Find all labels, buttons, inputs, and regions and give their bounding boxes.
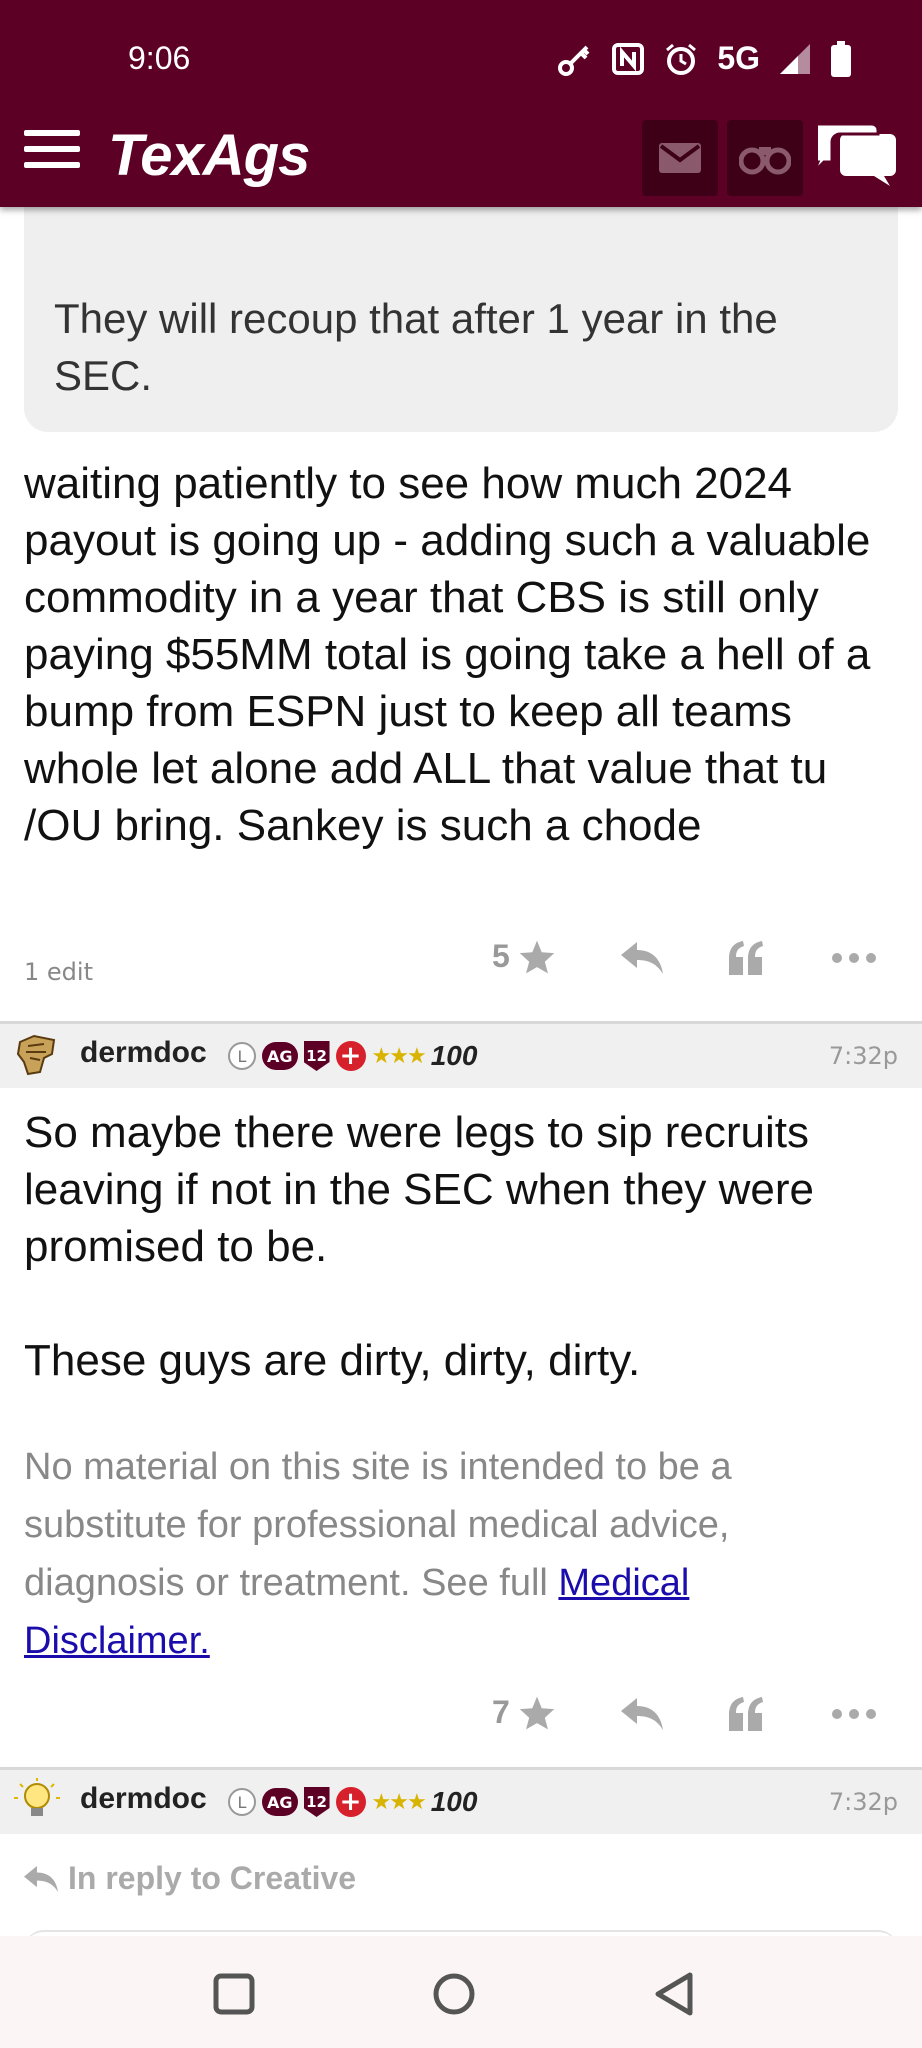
recent-apps-button[interactable] — [206, 1966, 262, 2022]
watchlist-button[interactable] — [727, 120, 803, 196]
level-badge: 100 — [430, 1786, 478, 1817]
quote-button[interactable] — [722, 936, 770, 980]
in-reply-to-link[interactable]: In reply to Creative — [24, 1860, 356, 1897]
alarm-icon — [666, 43, 697, 75]
post-body: So maybe there were legs to sip recruits… — [24, 1108, 815, 1271]
username[interactable]: dermdoc — [80, 1782, 207, 1816]
reply-button[interactable] — [618, 1692, 666, 1736]
reply-icon — [621, 1698, 663, 1730]
user-badges: L AG 12 + ★★★ 100 — [228, 1784, 477, 1820]
medical-badge: + — [335, 1787, 366, 1817]
square-icon — [213, 1973, 255, 2015]
messages-button[interactable] — [642, 120, 718, 196]
network-label: 5G — [717, 40, 760, 76]
more-button[interactable] — [830, 936, 878, 980]
rating-count: 7 — [492, 1694, 510, 1730]
rating-count: 5 — [492, 938, 510, 974]
star-icon — [519, 940, 555, 973]
key-icon — [558, 45, 590, 76]
circle-icon — [433, 1973, 475, 2015]
post-body-line: These guys are dirty, dirty, dirty. — [24, 1336, 641, 1385]
star-icon — [519, 1696, 555, 1729]
post-time[interactable]: 7:32p — [829, 1788, 898, 1816]
quote-text: They will recoup that after 1 year in th… — [54, 295, 778, 399]
in-reply-to-label: In reply to Creative — [68, 1860, 357, 1896]
texags-logo[interactable]: TexAgs — [108, 122, 310, 189]
class-badge: 12 — [303, 1787, 330, 1817]
back-button[interactable] — [646, 1966, 702, 2022]
post-actions: 5 — [0, 930, 922, 990]
lightbulb-avatar[interactable] — [14, 1778, 60, 1824]
system-nav-bar — [0, 1936, 922, 2048]
reply-button[interactable] — [618, 936, 666, 980]
lifetime-badge: L — [228, 1788, 256, 1816]
status-icons: 5G — [557, 40, 852, 77]
chat-button[interactable] — [810, 120, 898, 190]
ag-badge: AG — [262, 1042, 298, 1070]
user-badges: L AG 12 + ★★★ 100 — [228, 1038, 477, 1074]
username[interactable]: dermdoc — [80, 1036, 207, 1070]
signal-icon — [780, 43, 810, 74]
quote-icon — [729, 1697, 763, 1731]
battery-icon — [831, 40, 851, 77]
back-triangle-icon — [655, 1972, 693, 2016]
reply-icon — [24, 1865, 58, 1892]
post-header: dermdoc L AG 12 + ★★★ 100 7:32p — [0, 1024, 922, 1088]
mail-icon — [659, 143, 701, 173]
post-body: waiting patiently to see how much 2024 p… — [24, 459, 871, 850]
reply-icon — [621, 942, 663, 974]
binoculars-icon — [739, 147, 791, 175]
stars-badge: ★★★ — [371, 1043, 427, 1069]
rating-button[interactable]: 7 — [492, 1694, 556, 1731]
quote-button[interactable] — [722, 1692, 770, 1736]
ag-badge: AG — [262, 1788, 298, 1816]
lifetime-badge: L — [228, 1042, 256, 1070]
menu-icon[interactable] — [24, 130, 80, 174]
chat-icon — [810, 122, 896, 186]
quote-icon — [729, 941, 763, 975]
stars-badge: ★★★ — [371, 1789, 427, 1815]
nfc-icon — [612, 42, 645, 75]
more-icon — [832, 953, 876, 963]
class-badge: 12 — [303, 1041, 330, 1071]
home-button[interactable] — [426, 1966, 482, 2022]
post-actions: 7 — [0, 1686, 922, 1746]
level-badge: 100 — [430, 1040, 478, 1071]
more-button[interactable] — [830, 1692, 878, 1736]
status-time: 9:06 — [128, 40, 191, 76]
medical-disclaimer: No material on this site is intended to … — [24, 1438, 884, 1670]
more-icon — [832, 1709, 876, 1719]
app-header: 9:06 5G TexAgs — [0, 0, 922, 207]
post-time[interactable]: 7:32p — [829, 1042, 898, 1070]
rating-button[interactable]: 5 — [492, 938, 556, 975]
avatar[interactable] — [14, 1032, 60, 1078]
medical-badge: + — [335, 1041, 366, 1071]
post-header: dermdoc L AG 12 + ★★★ 100 7:32p — [0, 1770, 922, 1834]
